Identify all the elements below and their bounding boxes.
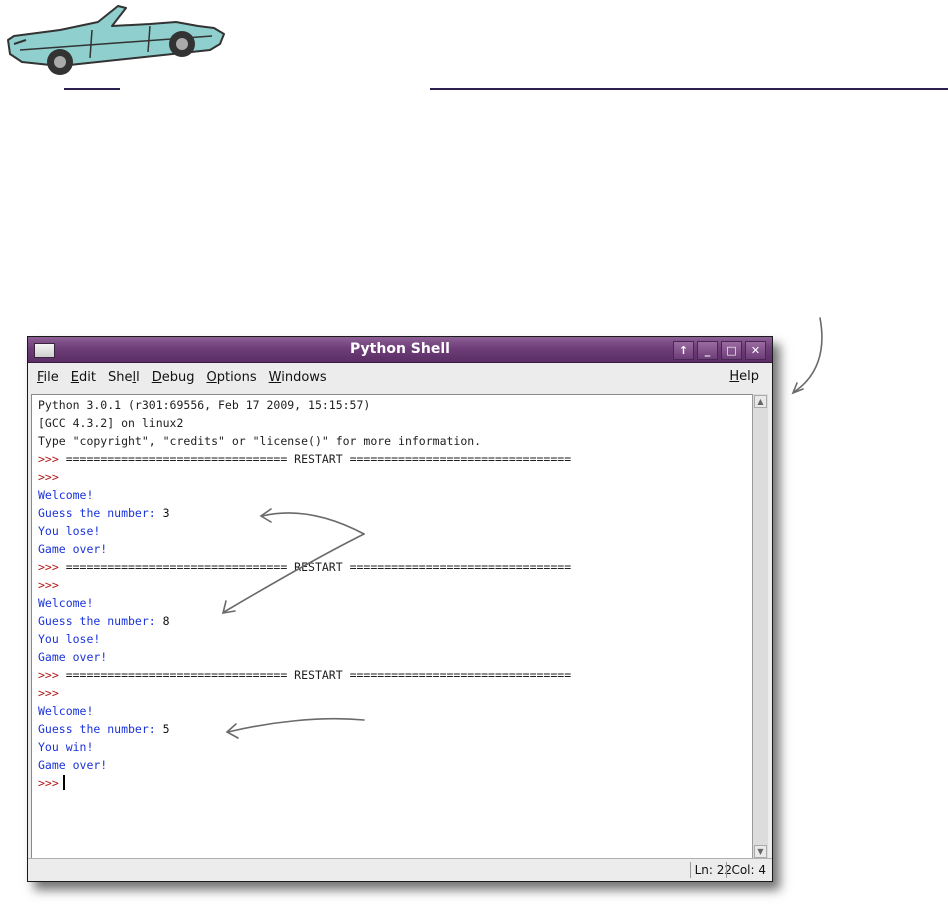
shell-line: >>> (38, 684, 571, 702)
header-rule-right (430, 88, 948, 90)
input-prompt: Guess the number: (38, 722, 163, 736)
output-text: [GCC 4.3.2] on linux2 (38, 416, 184, 430)
output-text: Python 3.0.1 (r301:69556, Feb 17 2009, 1… (38, 398, 371, 412)
status-bar: Ln: 22 Col: 4 (28, 858, 772, 881)
minimize-icon[interactable]: _ (697, 341, 718, 360)
car-icon (7, 5, 225, 75)
shell-line: >>> ================================ RES… (38, 666, 571, 684)
python-shell-window: Python Shell ↑ _ □ ✕ File Edit Shell Deb… (27, 336, 773, 882)
shell-line: Game over! (38, 540, 571, 558)
restart-banner: ================================ RESTART… (65, 452, 572, 466)
menu-edit[interactable]: Edit (66, 370, 101, 385)
output-text: Type "copyright", "credits" or "license(… (38, 434, 482, 448)
shell-line: Guess the number: 3 (38, 504, 571, 522)
window-controls: ↑ _ □ ✕ (673, 341, 766, 360)
titlebar: Python Shell ↑ _ □ ✕ (28, 337, 772, 363)
restart-banner: ================================ RESTART… (65, 560, 572, 574)
input-prompt: Guess the number: (38, 506, 163, 520)
user-input-value: 8 (162, 614, 170, 628)
prompt-symbol: >>> (38, 668, 66, 682)
shell-line: Welcome! (38, 702, 571, 720)
shell-line: Python 3.0.1 (r301:69556, Feb 17 2009, 1… (38, 396, 571, 414)
shell-line: Guess the number: 5 (38, 720, 571, 738)
shell-line: Welcome! (38, 486, 571, 504)
program-output: You lose! (38, 632, 101, 646)
shell-line: Game over! (38, 648, 571, 666)
prompt-symbol: >>> (38, 452, 66, 466)
program-output: Game over! (38, 758, 108, 772)
shell-line: >>> ================================ RES… (38, 450, 571, 468)
shell-line: Welcome! (38, 594, 571, 612)
column-number-status: Col: 4 (726, 862, 770, 878)
raise-icon[interactable]: ↑ (673, 341, 694, 360)
shell-line: >>> ================================ RES… (38, 558, 571, 576)
menu-file[interactable]: File (32, 370, 64, 385)
menu-shell[interactable]: Shell (103, 370, 145, 385)
prompt-symbol: >>> (38, 578, 59, 592)
input-prompt: Guess the number: (38, 614, 163, 628)
shell-line: Game over! (38, 756, 571, 774)
shell-line: You lose! (38, 522, 571, 540)
program-output: You win! (38, 740, 94, 754)
header-rule-left (64, 88, 120, 90)
restart-banner: ================================ RESTART… (65, 668, 572, 682)
menu-debug[interactable]: Debug (147, 370, 200, 385)
shell-text-area[interactable]: Python 3.0.1 (r301:69556, Feb 17 2009, 1… (31, 394, 753, 859)
user-input-value: 3 (162, 506, 170, 520)
program-output: Game over! (38, 542, 108, 556)
scroll-up-icon[interactable]: ▲ (754, 395, 767, 408)
text-cursor (62, 775, 65, 790)
menu-options[interactable]: Options (201, 370, 261, 385)
program-output: You lose! (38, 524, 101, 538)
program-output: Welcome! (38, 704, 94, 718)
prompt-symbol: >>> (38, 560, 66, 574)
program-output: Welcome! (38, 488, 94, 502)
shell-line: Guess the number: 8 (38, 612, 571, 630)
user-input-value: 5 (162, 722, 170, 736)
menu-windows[interactable]: Windows (264, 370, 332, 385)
close-icon[interactable]: ✕ (745, 341, 766, 360)
prompt-symbol: >>> (38, 686, 59, 700)
program-output: Game over! (38, 650, 108, 664)
arrow-head (791, 382, 804, 395)
shell-line: >>> (38, 774, 571, 792)
menubar: File Edit Shell Debug Options Windows He… (28, 363, 772, 391)
scroll-down-icon[interactable]: ▼ (754, 845, 767, 858)
prompt-symbol: >>> (38, 470, 59, 484)
prompt-symbol: >>> (38, 776, 59, 790)
shell-line: Type "copyright", "credits" or "license(… (38, 432, 571, 450)
menu-help[interactable]: Help (724, 369, 764, 384)
shell-line: You win! (38, 738, 571, 756)
window-title: Python Shell (350, 341, 450, 357)
shell-line: >>> (38, 576, 571, 594)
program-output: Welcome! (38, 596, 94, 610)
shell-line: >>> (38, 468, 571, 486)
arrow-to-window (793, 317, 823, 393)
shell-line: [GCC 4.3.2] on linux2 (38, 414, 571, 432)
shell-output: Python 3.0.1 (r301:69556, Feb 17 2009, 1… (38, 396, 571, 792)
shell-line: You lose! (38, 630, 571, 648)
vertical-scrollbar[interactable]: ▲ ▼ (752, 394, 768, 859)
maximize-icon[interactable]: □ (721, 341, 742, 360)
